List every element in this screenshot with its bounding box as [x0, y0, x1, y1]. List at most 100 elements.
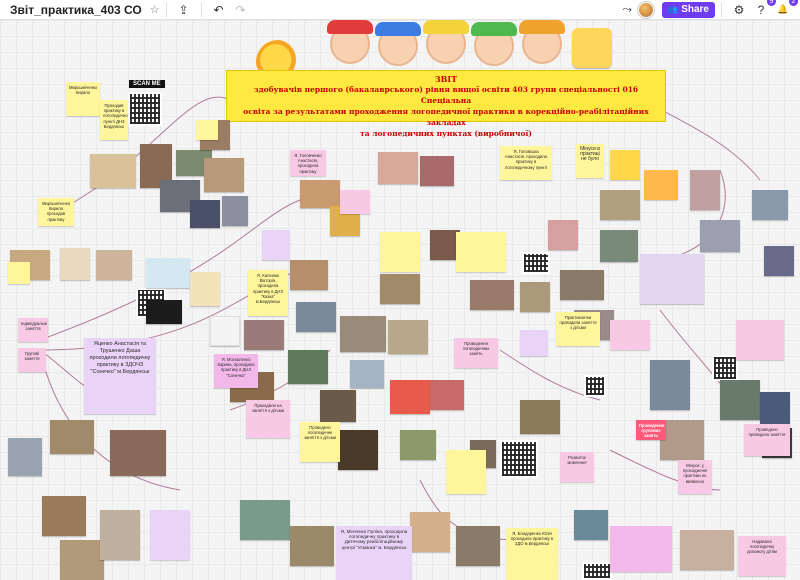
sticky-note[interactable]: Мирошніченко Кирило проходив практику: [38, 198, 74, 226]
practice-photo[interactable]: [700, 220, 740, 252]
sticky-note[interactable]: Проведено проведено заняття: [744, 424, 790, 456]
report-title-box[interactable]: ЗВІТ здобувачів першого (бакалаврського)…: [226, 70, 666, 138]
sticky-note[interactable]: Приходили на заняття з дітьми: [246, 400, 290, 438]
practice-photo[interactable]: [378, 152, 418, 184]
practice-photo[interactable]: [520, 400, 560, 434]
sticky-note[interactable]: Я, Каленюк Вікторія, проходила практику …: [248, 270, 288, 316]
qr-code[interactable]: [128, 92, 162, 126]
practice-photo[interactable]: [574, 510, 608, 540]
qr-code[interactable]: [522, 252, 550, 274]
sticky-note[interactable]: [196, 120, 218, 140]
practice-photo[interactable]: [146, 258, 190, 288]
practice-photo[interactable]: [680, 530, 734, 570]
sticky-note[interactable]: Розвиток мовлення: [560, 452, 594, 482]
sticky-note[interactable]: [150, 510, 190, 560]
practice-photo[interactable]: [660, 420, 704, 460]
practice-photo[interactable]: [222, 196, 248, 226]
sticky-note[interactable]: [610, 320, 650, 350]
practice-photo[interactable]: [340, 316, 386, 352]
qr-code[interactable]: [500, 440, 538, 478]
practice-photo[interactable]: [100, 510, 140, 560]
star-icon[interactable]: ☆: [150, 3, 160, 16]
practice-photo[interactable]: [390, 380, 430, 414]
sticky-note[interactable]: Я, Москаленко Карина, проходила практику…: [214, 354, 258, 388]
board-canvas[interactable]: ЗВІТ здобувачів першого (бакалаврського)…: [0, 20, 800, 580]
practice-photo[interactable]: [420, 156, 454, 186]
sticky-note[interactable]: Надавала логопедичну допомогу дітям: [738, 536, 786, 576]
board-title[interactable]: Звіт_практика_403 СО: [10, 3, 142, 17]
practice-photo[interactable]: [300, 180, 340, 208]
sticky-note[interactable]: Проведено логопедичне заняття з дітьми: [300, 422, 340, 462]
practice-photo[interactable]: [244, 320, 284, 350]
practice-photo[interactable]: [600, 230, 638, 262]
practice-photo[interactable]: [752, 190, 788, 220]
practice-photo[interactable]: [720, 380, 760, 420]
practice-photo[interactable]: [388, 320, 428, 354]
practice-photo[interactable]: [290, 526, 334, 566]
sticky-note[interactable]: Проведення групових занять: [636, 420, 666, 440]
practice-photo[interactable]: [456, 526, 500, 566]
practice-photo[interactable]: [296, 302, 336, 332]
sticky-note[interactable]: Я, Мінченко Поліна, проходила логопедичн…: [336, 526, 412, 580]
cursor-tool-icon[interactable]: ⤳: [616, 1, 638, 19]
practice-photo[interactable]: [96, 250, 132, 280]
sticky-note[interactable]: Я, Головська Анастасія, проходила практи…: [500, 146, 552, 180]
sticky-note[interactable]: Я, Головченко Анастасія, проходила практ…: [290, 150, 326, 176]
practice-photo[interactable]: [338, 430, 378, 470]
sticky-note[interactable]: Практикантки проводили заняття з дітьми: [556, 312, 600, 346]
sticky-note[interactable]: [380, 232, 420, 272]
practice-photo[interactable]: [430, 380, 464, 410]
practice-photo[interactable]: [640, 254, 704, 304]
practice-photo[interactable]: [548, 220, 578, 250]
help-icon[interactable]: ? 9: [750, 0, 776, 19]
practice-photo[interactable]: [320, 390, 356, 422]
practice-photo[interactable]: [470, 280, 514, 310]
practice-photo[interactable]: [8, 438, 42, 476]
settings-icon[interactable]: ⚙: [728, 1, 750, 19]
practice-photo[interactable]: [290, 260, 328, 290]
practice-photo[interactable]: [240, 500, 290, 540]
avatar[interactable]: [638, 1, 655, 18]
sticky-note[interactable]: [644, 170, 678, 200]
sticky-note[interactable]: [736, 320, 784, 360]
sticky-note[interactable]: Мінуси: у проходженні практики не виявле…: [678, 460, 712, 494]
sticky-note[interactable]: [610, 150, 640, 180]
sticky-note[interactable]: [340, 190, 370, 214]
sticky-note[interactable]: Індивідуальні заняття: [18, 318, 48, 342]
undo-icon[interactable]: ↶: [208, 1, 230, 19]
practice-photo[interactable]: [190, 200, 220, 228]
practice-photo[interactable]: [204, 158, 244, 192]
practice-photo[interactable]: [210, 316, 240, 346]
practice-photo[interactable]: [288, 350, 328, 384]
qr-code[interactable]: [712, 355, 738, 381]
sticky-note[interactable]: [456, 232, 506, 272]
practice-photo[interactable]: [190, 272, 220, 306]
practice-photo[interactable]: [400, 430, 436, 460]
practice-photo[interactable]: [60, 248, 90, 280]
notifications-icon[interactable]: 🔔 2: [772, 0, 798, 19]
sticky-note[interactable]: Мирошніченко Кирило: [66, 82, 100, 116]
redo-icon[interactable]: ↷: [230, 1, 252, 19]
sticky-note[interactable]: [610, 526, 672, 572]
practice-photo[interactable]: [760, 392, 790, 426]
sticky-note[interactable]: Яценко Анастасія та Трушенко Даша проход…: [84, 338, 156, 414]
practice-photo[interactable]: [350, 360, 384, 388]
share-button[interactable]: 👥 Share: [662, 1, 715, 18]
practice-photo[interactable]: [764, 246, 794, 276]
sticky-note[interactable]: Я, Бондаренко Юлія проходила практику в …: [506, 528, 558, 580]
practice-photo[interactable]: [110, 430, 166, 476]
practice-photo[interactable]: [650, 360, 690, 410]
practice-photo[interactable]: [146, 300, 182, 324]
practice-photo[interactable]: [60, 540, 104, 580]
practice-photo[interactable]: [560, 270, 604, 300]
sticky-note[interactable]: [520, 330, 548, 356]
practice-photo[interactable]: [410, 512, 450, 552]
sticky-note[interactable]: Мінуси в практиці не було: [576, 144, 604, 178]
practice-photo[interactable]: [90, 154, 136, 188]
sticky-note[interactable]: Проходив практику в логопедичному пункті…: [100, 100, 128, 140]
practice-photo[interactable]: [380, 274, 420, 304]
sticky-note[interactable]: [446, 450, 486, 494]
practice-photo[interactable]: [600, 190, 640, 220]
upload-icon[interactable]: ⇪: [173, 1, 195, 19]
sticky-note[interactable]: [262, 230, 290, 260]
